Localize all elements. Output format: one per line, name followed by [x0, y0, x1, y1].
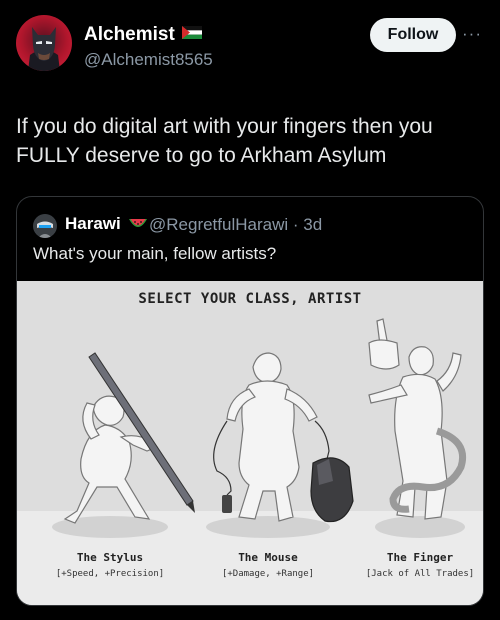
- tweet-text: If you do digital art with your fingers …: [16, 115, 433, 167]
- quoted-tweet[interactable]: Harawi @RegretfulHarawi · 3d What's your…: [16, 196, 484, 606]
- more-dots-icon[interactable]: ···: [462, 24, 482, 44]
- class-stats-mouse: [+Damage, +Range]: [221, 569, 315, 579]
- class-stats-stylus: [+Speed, +Precision]: [55, 569, 165, 579]
- palestine-flag-icon: [181, 26, 202, 40]
- author-name[interactable]: Alchemist: [84, 24, 202, 46]
- class-stats-finger: [Jack of All Trades]: [365, 569, 475, 579]
- quoted-text: What's your main, fellow artists?: [33, 244, 277, 263]
- class-name-finger: The Finger: [386, 551, 454, 564]
- mouse-shadow: [206, 516, 330, 538]
- computer-mouse: [310, 457, 354, 523]
- author-name-text[interactable]: Alchemist: [84, 24, 175, 45]
- quoted-avatar-image: [33, 214, 57, 238]
- usb-plug: [222, 495, 232, 513]
- quoted-handle-time[interactable]: @RegretfulHarawi · 3d: [149, 215, 322, 235]
- mouse-cable-left: [213, 420, 232, 496]
- mouse-cable-right: [314, 420, 330, 460]
- quoted-name[interactable]: Harawi: [65, 214, 148, 234]
- stylus-figure: [63, 395, 159, 524]
- class-name-mouse: The Mouse: [238, 551, 298, 564]
- quoted-avatar[interactable]: [33, 214, 57, 238]
- batman-avatar-image: [28, 27, 60, 71]
- quoted-name-text[interactable]: Harawi: [65, 214, 121, 233]
- author-handle[interactable]: @Alchemist8565: [84, 50, 213, 70]
- class-name-stylus: The Stylus: [76, 551, 144, 564]
- follow-button[interactable]: Follow: [370, 18, 456, 52]
- watermelon-icon: [129, 218, 148, 227]
- finger-shadow: [375, 516, 465, 538]
- quoted-image[interactable]: SELECT YOUR CLASS, ARTIST The Stylus [+S…: [17, 281, 483, 605]
- mouse-figure: [226, 352, 318, 522]
- author-avatar[interactable]: [16, 15, 72, 71]
